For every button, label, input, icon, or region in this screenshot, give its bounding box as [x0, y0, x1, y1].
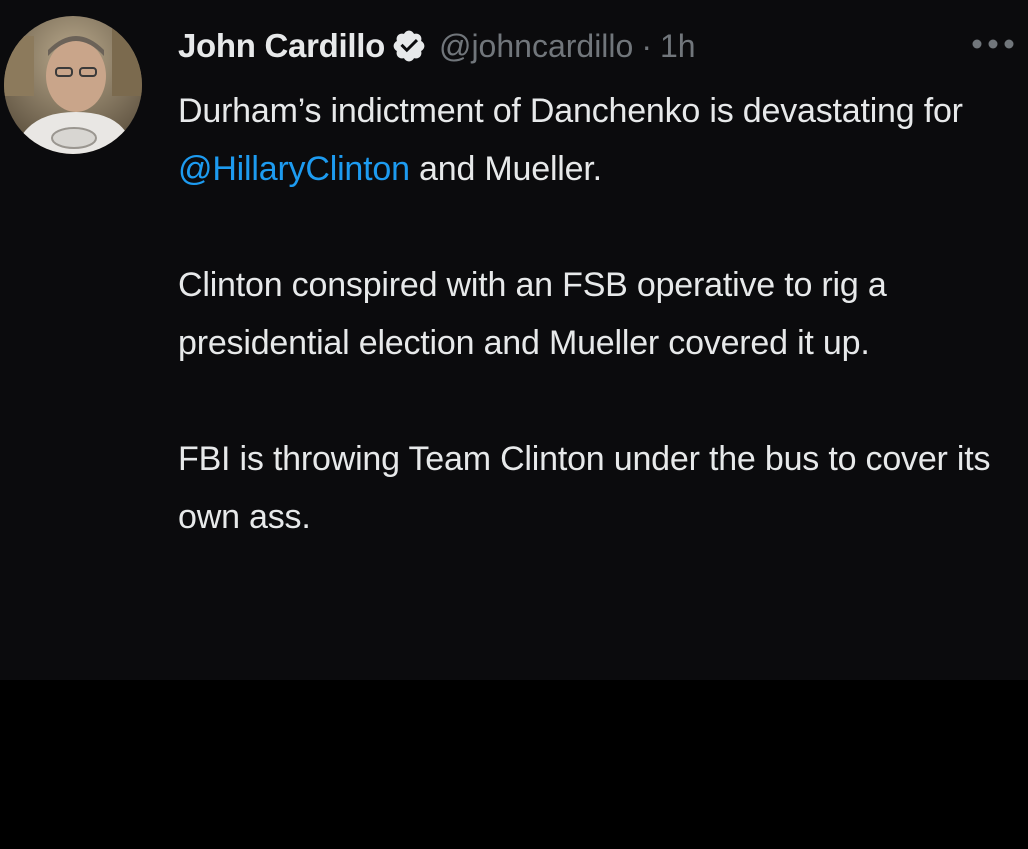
tweet-text-segment: and Mueller.	[409, 150, 602, 188]
more-options-button[interactable]	[966, 26, 1020, 62]
tweet-text-segment: Durham’s indictment of Danchenko is deva…	[178, 92, 963, 130]
separator-dot: ·	[641, 27, 652, 64]
tweet-timestamp[interactable]: 1h	[660, 28, 696, 65]
ellipsis-icon	[972, 39, 1014, 49]
tweet-paragraph: FBI is throwing Team Clinton under the b…	[178, 440, 991, 536]
tweet-body: Durham’s indictment of Danchenko is deva…	[178, 82, 1018, 546]
verified-badge-icon	[391, 28, 427, 64]
author-handle[interactable]: @johncardillo	[439, 28, 633, 65]
tweet-card[interactable]: John Cardillo @johncardillo · 1h Durham’…	[0, 0, 1028, 680]
tweet-header: John Cardillo @johncardillo · 1h	[178, 24, 696, 68]
avatar-photo	[4, 16, 142, 154]
tweet-paragraph: Durham’s indictment of Danchenko is deva…	[178, 82, 1018, 198]
tweet-paragraph: Clinton conspired with an FSB operative …	[178, 266, 887, 362]
mention-link[interactable]: @HillaryClinton	[178, 150, 410, 188]
author-display-name[interactable]: John Cardillo	[178, 27, 385, 65]
author-avatar[interactable]	[4, 16, 142, 154]
